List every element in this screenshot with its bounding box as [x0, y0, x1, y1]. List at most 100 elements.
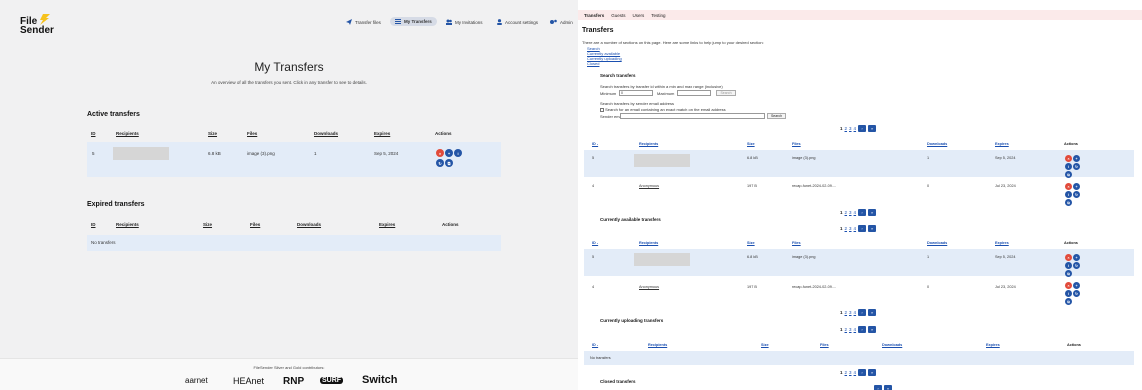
jump-link-closed[interactable]: Closed [587, 61, 599, 66]
add-recipient-icon[interactable]: + [1073, 282, 1080, 289]
copy-icon[interactable]: ⧉ [1065, 298, 1072, 305]
info-icon[interactable]: i [1065, 262, 1072, 269]
page-1[interactable]: 1 [840, 327, 843, 332]
page-1[interactable]: 1 [840, 226, 843, 231]
page-2[interactable]: 2 [845, 226, 848, 231]
col-files[interactable]: Files [247, 131, 257, 136]
add-recipient-icon[interactable]: + [1073, 155, 1080, 162]
max-input[interactable] [677, 90, 711, 96]
filesender-logo[interactable]: File Sender [20, 14, 60, 36]
info-icon[interactable]: i [1065, 191, 1072, 198]
col-size[interactable]: Size [208, 131, 217, 136]
add-recipient-icon[interactable]: + [1073, 254, 1080, 261]
page-3[interactable]: 3 [849, 210, 852, 215]
sponsor-logo-aarnet[interactable]: aarnet [185, 376, 208, 385]
add-recipient-icon[interactable]: + [1073, 183, 1080, 190]
search-email-button[interactable]: Search [767, 113, 786, 119]
page-4[interactable]: 4 [854, 327, 857, 332]
page-2[interactable]: 2 [845, 370, 848, 375]
next-page-icon[interactable]: › [858, 125, 867, 132]
delete-icon[interactable]: × [1065, 183, 1072, 190]
page-2[interactable]: 2 [845, 310, 848, 315]
extend-icon[interactable]: ↻ [1073, 163, 1080, 170]
col-recipients[interactable]: Recipients [116, 131, 139, 136]
next-page-icon[interactable]: › [858, 326, 867, 333]
col-expires[interactable]: Expires [374, 131, 390, 136]
copy-icon[interactable]: ⧉ [445, 159, 453, 167]
col-downloads[interactable]: Downloads [314, 131, 338, 136]
page-3[interactable]: 3 [849, 370, 852, 375]
nav-account-settings[interactable]: Account settings [497, 19, 538, 25]
col-recipients[interactable]: Recipients [639, 142, 658, 146]
table-row[interactable]: 5 6.8 kB image (3).png 1 Sep 5, 2024 × +… [584, 150, 1134, 178]
col-downloads[interactable]: Downloads [927, 241, 947, 245]
tab-users[interactable]: Users [633, 13, 645, 18]
table-row[interactable]: 5 6.8 kB image (3).png 1 Sep 5, 2024 × +… [87, 142, 501, 177]
page-4[interactable]: 4 [854, 370, 857, 375]
col-downloads[interactable]: Downloads [882, 343, 902, 347]
next-page-icon[interactable]: › [858, 209, 867, 216]
col-size[interactable]: Size [747, 142, 755, 146]
min-input[interactable]: 0 [619, 90, 653, 96]
col-id[interactable]: ID - [592, 343, 598, 347]
page-4[interactable]: 4 [854, 226, 857, 231]
last-page-icon[interactable]: » [868, 209, 877, 216]
delete-icon[interactable]: × [1065, 254, 1072, 261]
col-id[interactable]: ID - [592, 142, 598, 146]
delete-icon[interactable]: × [1065, 282, 1072, 289]
page-4[interactable]: 4 [854, 126, 857, 131]
next-page-icon[interactable]: › [858, 369, 867, 376]
sender-email-input[interactable] [620, 113, 765, 119]
col-size[interactable]: Size [761, 343, 769, 347]
last-page-icon[interactable]: » [868, 326, 877, 333]
page-3[interactable]: 3 [849, 126, 852, 131]
page-4[interactable]: 4 [854, 310, 857, 315]
copy-icon[interactable]: ⧉ [1065, 270, 1072, 277]
next-page-icon[interactable]: › [858, 309, 867, 316]
sponsor-logo-rnp[interactable]: RNP [283, 376, 304, 387]
nav-transfer-files[interactable]: Transfer files [346, 19, 381, 25]
col-size[interactable]: Size [203, 222, 212, 227]
delete-icon[interactable]: × [436, 149, 444, 157]
col-downloads[interactable]: Downloads [927, 142, 947, 146]
info-icon[interactable]: i [1065, 163, 1072, 170]
copy-icon[interactable]: ⧉ [1065, 199, 1072, 206]
page-1[interactable]: 1 [840, 370, 843, 375]
tab-testing[interactable]: Testing [651, 13, 665, 18]
col-files[interactable]: Files [792, 241, 801, 245]
next-page-icon[interactable]: › [858, 225, 867, 232]
col-expires[interactable]: Expires [986, 343, 1000, 347]
last-page-icon[interactable]: » [868, 125, 877, 132]
table-row[interactable]: 4 Anonymous 197 B recap-funet-2024-02-09… [584, 178, 1134, 206]
col-files[interactable]: Files [820, 343, 829, 347]
next-page-icon[interactable]: › [874, 385, 882, 390]
col-files[interactable]: Files [250, 222, 260, 227]
col-recipients[interactable]: Recipients [648, 343, 667, 347]
last-page-icon[interactable]: » [868, 309, 877, 316]
add-recipient-icon[interactable]: + [445, 149, 453, 157]
page-1[interactable]: 1 [840, 210, 843, 215]
search-id-button[interactable]: Search [716, 90, 736, 96]
page-4[interactable]: 4 [854, 210, 857, 215]
col-recipients[interactable]: Recipients [639, 241, 658, 245]
info-icon[interactable]: i [1065, 290, 1072, 297]
last-page-icon[interactable]: » [868, 225, 877, 232]
nav-admin[interactable]: Admin [550, 19, 573, 25]
nav-my-invitations[interactable]: My Invitations [446, 19, 483, 25]
page-2[interactable]: 2 [845, 327, 848, 332]
sponsor-logo-surf[interactable]: SURF [320, 377, 344, 384]
col-id[interactable]: ID [91, 131, 96, 136]
col-expires[interactable]: Expires [379, 222, 395, 227]
last-page-icon[interactable]: » [884, 385, 892, 390]
col-recipients[interactable]: Recipients [116, 222, 139, 227]
sponsor-logo-switch[interactable]: Switch [362, 374, 397, 386]
page-3[interactable]: 3 [849, 226, 852, 231]
page-1[interactable]: 1 [840, 310, 843, 315]
col-size[interactable]: Size [747, 241, 755, 245]
col-expires[interactable]: Expires [995, 241, 1009, 245]
extend-icon[interactable]: ↻ [1073, 262, 1080, 269]
page-3[interactable]: 3 [849, 310, 852, 315]
table-row[interactable]: 5 6.8 kB image (3).png 1 Sep 5, 2024 × +… [584, 249, 1134, 277]
extend-icon[interactable]: ↻ [1073, 290, 1080, 297]
info-icon[interactable]: i [454, 149, 462, 157]
